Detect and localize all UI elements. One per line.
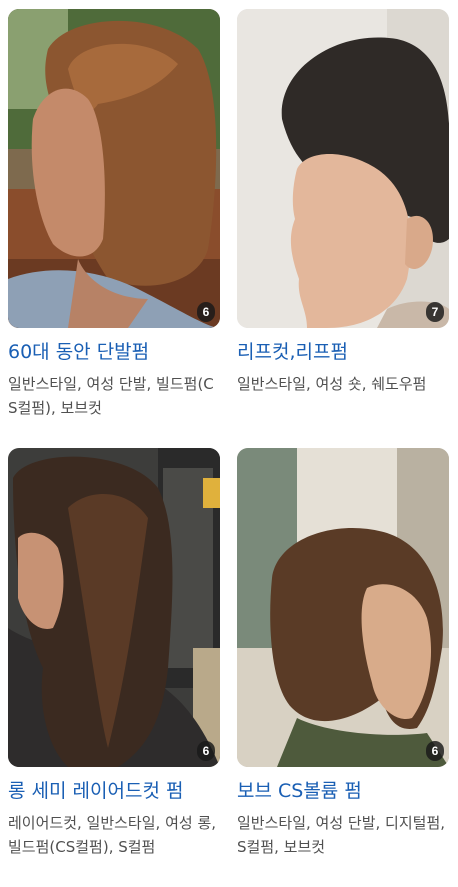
style-title[interactable]: 60대 동안 단발펌 [8,340,220,364]
style-tags: 일반스타일, 여성 단발, 디지털펌, S컬펌, 보브컷 [237,814,446,856]
photo-count-badge: 6 [426,741,444,761]
style-title[interactable]: 롱 세미 레이어드컷 펌 [8,779,220,803]
photo-count-badge: 6 [197,302,215,322]
style-photo-3-image [8,448,220,767]
style-card-1[interactable]: 6 60대 동안 단발펌 일반스타일, 여성 단발, 빌드펌(CS컬펌), 보브… [8,9,220,448]
style-card-4[interactable]: 6 보브 CS볼륨 펌 일반스타일, 여성 단발, 디지털펌, S컬펌, 보브컷 [237,448,449,887]
style-photo-2-image [237,9,449,328]
style-tags: 일반스타일, 여성 단발, 빌드펌(CS컬펌), 보브컷 [8,375,214,417]
photo-count-badge: 7 [426,302,444,322]
style-photo-1: 6 [8,9,220,328]
style-title[interactable]: 보브 CS볼륨 펌 [237,779,449,803]
style-tags: 레이어드컷, 일반스타일, 여성 롱, 빌드펌(CS컬펌), S컬펌 [8,814,217,856]
style-photo-4-image [237,448,449,767]
style-photo-4: 6 [237,448,449,767]
hairstyle-grid: 6 60대 동안 단발펌 일반스타일, 여성 단발, 빌드펌(CS컬펌), 보브… [8,9,449,887]
style-photo-2: 7 [237,9,449,328]
style-card-3[interactable]: 6 롱 세미 레이어드컷 펌 레이어드컷, 일반스타일, 여성 롱, 빌드펌(C… [8,448,220,887]
style-photo-3: 6 [8,448,220,767]
photo-count-badge: 6 [197,741,215,761]
style-title[interactable]: 리프컷,리프펌 [237,340,449,364]
style-photo-1-image [8,9,220,328]
style-card-2[interactable]: 7 리프컷,리프펌 일반스타일, 여성 숏, 쉐도우펌 [237,9,449,448]
style-tags: 일반스타일, 여성 숏, 쉐도우펌 [237,375,427,393]
